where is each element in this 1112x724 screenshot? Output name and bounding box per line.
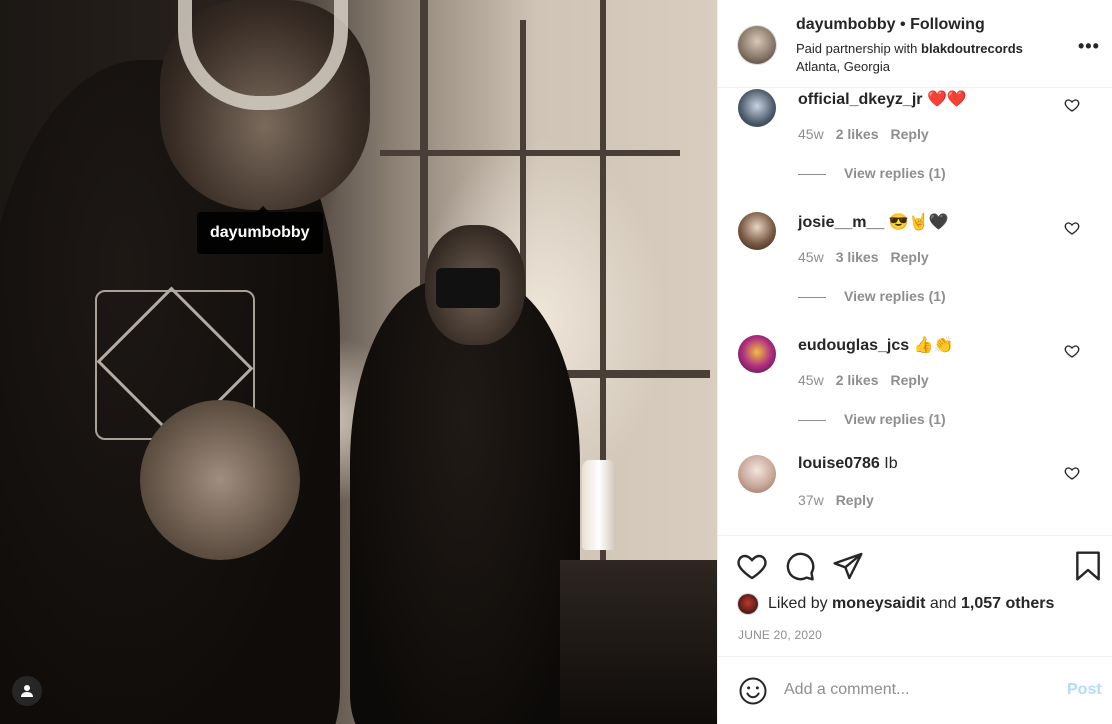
- photo-hand: [140, 400, 300, 560]
- view-replies-button[interactable]: View replies (1): [798, 288, 946, 304]
- comment-meta: 45w 2 likes Reply: [798, 372, 941, 388]
- replies-divider: [798, 296, 826, 298]
- commenter-username[interactable]: official_dkeyz_jr: [798, 91, 923, 108]
- reply-button[interactable]: Reply: [891, 126, 929, 142]
- comment-input[interactable]: [784, 675, 1054, 705]
- post-photo[interactable]: dayumbobby: [0, 0, 717, 724]
- commenter-line: josie__m__ 😎🤘🖤: [798, 212, 949, 232]
- liked-prefix: Liked by: [768, 595, 828, 613]
- reply-button[interactable]: Reply: [836, 492, 874, 508]
- author-line: dayumbobby • Following: [796, 16, 985, 34]
- comment-likes[interactable]: 3 likes: [836, 249, 879, 265]
- view-replies-button[interactable]: View replies (1): [798, 411, 946, 427]
- reply-button[interactable]: Reply: [891, 372, 929, 388]
- photo-water-bottle: [582, 460, 616, 550]
- comment-age: 37w: [798, 492, 824, 508]
- commenter-line: official_dkeyz_jr ❤️❤️: [798, 89, 967, 109]
- partner-link[interactable]: blakdoutrecords: [921, 41, 1023, 56]
- liker-avatar[interactable]: [738, 594, 758, 614]
- replies-divider: [798, 173, 826, 175]
- comment-likes[interactable]: 2 likes: [836, 126, 879, 142]
- paid-partnership: Paid partnership with blakdoutrecords: [796, 41, 1023, 56]
- post-button[interactable]: Post: [1067, 681, 1102, 699]
- emoji-smile-icon[interactable]: [738, 676, 768, 706]
- partner-prefix: Paid partnership with: [796, 41, 918, 56]
- photo-rail: [380, 150, 680, 156]
- comment-like-heart-icon[interactable]: [1064, 97, 1080, 113]
- location-link[interactable]: Atlanta, Georgia: [796, 59, 890, 74]
- post-side-panel: dayumbobby • Following Paid partnership …: [717, 0, 1112, 724]
- comment-text: Ib: [884, 455, 898, 472]
- comment-age: 45w: [798, 249, 824, 265]
- comment-text: 👍👏: [913, 337, 954, 354]
- comment-likes[interactable]: 2 likes: [836, 372, 879, 388]
- post-header: dayumbobby • Following Paid partnership …: [718, 0, 1112, 88]
- photo-dj-deck: [560, 560, 717, 724]
- liked-and: and: [929, 595, 957, 613]
- comment-text: ❤️❤️: [926, 91, 967, 108]
- comment-text: 😎🤘🖤: [888, 214, 949, 231]
- author-username[interactable]: dayumbobby: [796, 16, 896, 33]
- comment-bubble-icon[interactable]: [784, 550, 816, 582]
- add-comment-bar: Post: [718, 656, 1112, 724]
- replies-divider: [798, 419, 826, 421]
- more-options-icon[interactable]: •••: [1078, 36, 1100, 57]
- commenter-avatar[interactable]: [738, 335, 776, 373]
- separator-dot: •: [900, 16, 906, 33]
- commenter-avatar[interactable]: [738, 455, 776, 493]
- liked-by: Liked by moneysaidit and 1,057 others: [738, 594, 1054, 614]
- likes-count-link[interactable]: 1,057 others: [961, 595, 1054, 612]
- comment-like-heart-icon[interactable]: [1064, 220, 1080, 236]
- commenter-username[interactable]: eudouglas_jcs: [798, 337, 909, 354]
- commenter-line: eudouglas_jcs 👍👏: [798, 335, 953, 355]
- user-tag[interactable]: dayumbobby: [197, 206, 323, 254]
- like-heart-icon[interactable]: [736, 550, 768, 582]
- view-replies-button[interactable]: View replies (1): [798, 165, 946, 181]
- liker-username[interactable]: moneysaidit: [832, 595, 925, 612]
- comment-meta: 37w Reply: [798, 492, 886, 508]
- comment-like-heart-icon[interactable]: [1064, 465, 1080, 481]
- photo-phone: [436, 268, 500, 308]
- comment-meta: 45w 2 likes Reply: [798, 126, 941, 142]
- commenter-username[interactable]: josie__m__: [798, 214, 884, 231]
- commenter-line: louise0786 Ib: [798, 455, 898, 473]
- reply-button[interactable]: Reply: [891, 249, 929, 265]
- user-icon: [21, 685, 33, 697]
- photo-person-background: [350, 280, 580, 724]
- commenter-username[interactable]: louise0786: [798, 455, 880, 472]
- author-avatar[interactable]: [738, 26, 776, 64]
- share-paper-plane-icon[interactable]: [832, 550, 864, 582]
- save-bookmark-icon[interactable]: [1072, 550, 1104, 582]
- comment-age: 45w: [798, 372, 824, 388]
- comment-meta: 45w 3 likes Reply: [798, 249, 941, 265]
- post-date[interactable]: JUNE 20, 2020: [738, 628, 822, 642]
- comments-list[interactable]: official_dkeyz_jr ❤️❤️ 45w 2 likes Reply V…: [718, 89, 1112, 535]
- comment-like-heart-icon[interactable]: [1064, 343, 1080, 359]
- commenter-avatar[interactable]: [738, 89, 776, 127]
- commenter-avatar[interactable]: [738, 212, 776, 250]
- comment-age: 45w: [798, 126, 824, 142]
- post-actions: Liked by moneysaidit and 1,057 others JU…: [718, 535, 1112, 655]
- following-button[interactable]: Following: [910, 16, 985, 33]
- tagged-users-button[interactable]: [12, 676, 42, 706]
